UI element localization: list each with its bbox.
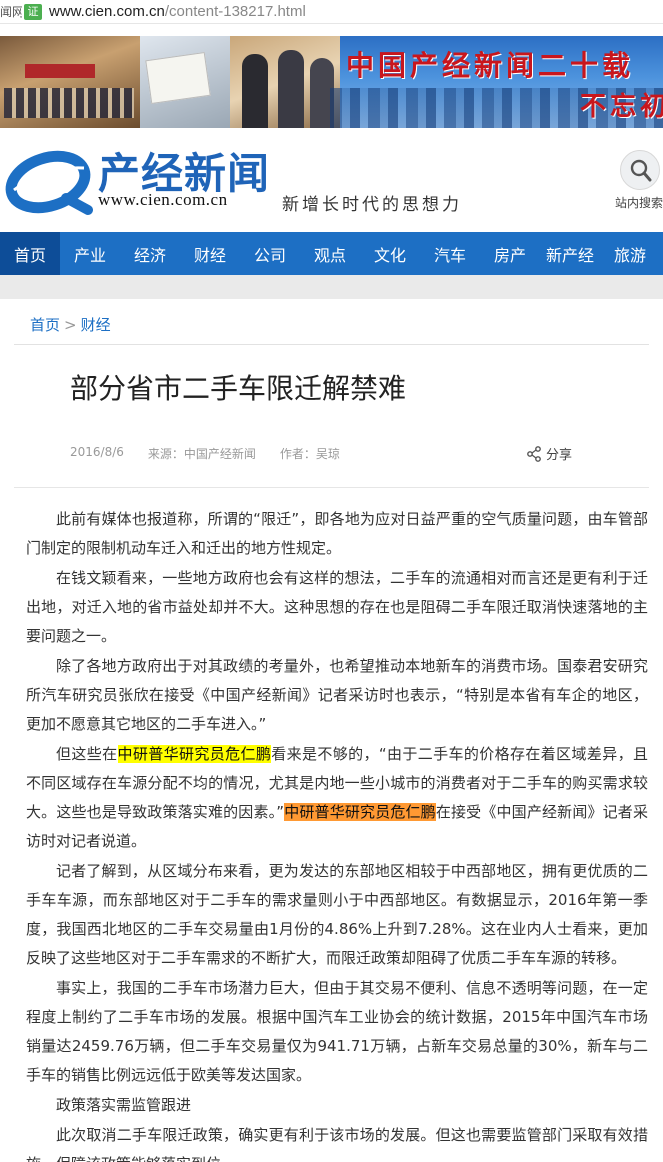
- logo-mark-icon[interactable]: [4, 146, 96, 216]
- nav-item-opinion[interactable]: 观点: [300, 232, 360, 275]
- certificate-badge[interactable]: 证: [24, 3, 42, 20]
- breadcrumb-separator: >: [64, 316, 77, 334]
- nav-item-finance[interactable]: 财经: [180, 232, 240, 275]
- highlighted-name: 中研普华研究员危仁鹏: [284, 803, 436, 821]
- divider: [14, 487, 649, 488]
- url-path[interactable]: /content-138217.html: [165, 3, 306, 20]
- site-tagline: 新增长时代的思想力: [282, 195, 462, 215]
- nav-item-economy[interactable]: 经济: [120, 232, 180, 275]
- banner-photos: [0, 36, 340, 128]
- nav-item-travel[interactable]: 旅游: [600, 232, 660, 275]
- breadcrumb: 首页 > 财经: [30, 314, 111, 335]
- article-paragraph: 记者了解到，从区域分布来看，更为发达的东部地区相较于中西部地区，拥有更优质的二手…: [26, 862, 648, 967]
- nav-item-industry[interactable]: 产业: [60, 232, 120, 275]
- article-paragraph: 此前有媒体也报道称，所谓的“限迁”，即各地为应对日益严重的空气质量问题，由车管部…: [26, 510, 648, 557]
- banner-slogan-line1: 中国产经新闻二十载: [346, 49, 635, 82]
- nav-item-culture[interactable]: 文化: [360, 232, 420, 275]
- breadcrumb-section-link[interactable]: 财经: [81, 316, 111, 334]
- article-paragraph: 但这些在中研普华研究员危仁鹏看来是不够的，“由于二手车的价格存在着区域差异，且不…: [26, 740, 648, 856]
- url-host[interactable]: www.cien.com.cn: [49, 3, 165, 20]
- article-source: 来源：中国产经新闻: [147, 447, 256, 461]
- nav-shadow-strip: [0, 275, 663, 299]
- site-label: 闻网: [0, 5, 22, 19]
- breadcrumb-home-link[interactable]: 首页: [30, 316, 60, 334]
- share-icon: [527, 445, 541, 462]
- article-body: 此前有媒体也报道称，所谓的“限迁”，即各地为应对日益严重的空气质量问题，由车管部…: [26, 505, 648, 1162]
- nav-item-company[interactable]: 公司: [240, 232, 300, 275]
- share-button[interactable]: 分享: [526, 444, 572, 463]
- article-author: 作者：吴琼: [279, 447, 340, 461]
- paragraph-text: 但这些在: [56, 745, 118, 763]
- nav-item-home[interactable]: 首页: [0, 232, 60, 275]
- site-search-label[interactable]: 站内搜索: [615, 194, 663, 211]
- article-meta: 2016/8/6 来源：中国产经新闻 作者：吴琼: [70, 445, 340, 462]
- top-banner[interactable]: 中国产经新闻二十载 不忘初: [0, 36, 663, 128]
- divider: [14, 344, 649, 345]
- article-date: 2016/8/6: [70, 445, 124, 459]
- banner-photo-conference: [0, 36, 140, 128]
- search-icon: [630, 159, 652, 182]
- banner-slogan-line2: 不忘初: [580, 92, 663, 122]
- article-subheading: 政策落实需监管跟进: [56, 1096, 192, 1114]
- banner-photo-people: [230, 36, 340, 128]
- nav-item-auto[interactable]: 汽车: [420, 232, 480, 275]
- site-search-button[interactable]: [620, 150, 660, 190]
- article-paragraph: 此次取消二手车限迁政策，确实更有利于该市场的发展。但这也需要监管部门采取有效措施…: [26, 1126, 648, 1162]
- nav-item-realestate[interactable]: 房产: [480, 232, 540, 275]
- article-paragraph: 在钱文颖看来，一些地方政府也会有这样的想法，二手车的流通相对而言还是更有利于迁出…: [26, 569, 648, 645]
- share-label: 分享: [546, 448, 573, 463]
- main-nav: 首页 产业 经济 财经 公司 观点 文化 汽车 房产 新产经 旅游: [0, 232, 663, 275]
- banner-photo-newspaper: [140, 36, 230, 128]
- article-paragraph: 除了各地方政府出于对其政绩的考量外，也希望推动本地新车的消费市场。国泰君安研究所…: [26, 657, 648, 733]
- article-paragraph: 事实上，我国的二手车市场潜力巨大，但由于其交易不便利、信息不透明等问题，在一定程…: [26, 979, 648, 1084]
- site-header: 产经新闻 www.cien.com.cn 新增长时代的思想力 站内搜索: [0, 128, 663, 232]
- logo-url: www.cien.com.cn: [98, 190, 228, 209]
- nav-item-new-economy[interactable]: 新产经: [540, 232, 600, 275]
- address-bar[interactable]: 闻网 证 www.cien.com.cn/content-138217.html: [0, 0, 663, 24]
- highlighted-name: 中研普华研究员危仁鹏: [117, 745, 272, 763]
- article-title: 部分省市二手车限迁解禁难: [70, 372, 407, 405]
